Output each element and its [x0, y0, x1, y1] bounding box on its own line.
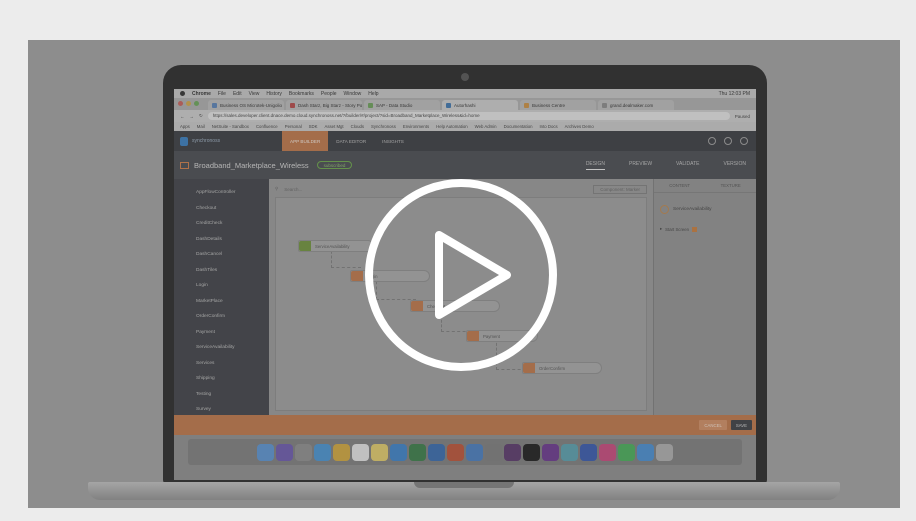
video-frame: Chrome File Edit View History Bookmarks People…	[28, 40, 900, 508]
play-ring	[365, 179, 557, 371]
play-button[interactable]	[361, 175, 561, 375]
play-icon	[435, 231, 511, 319]
video-thumbnail: Chrome File Edit View History Bookmarks People…	[0, 0, 916, 521]
